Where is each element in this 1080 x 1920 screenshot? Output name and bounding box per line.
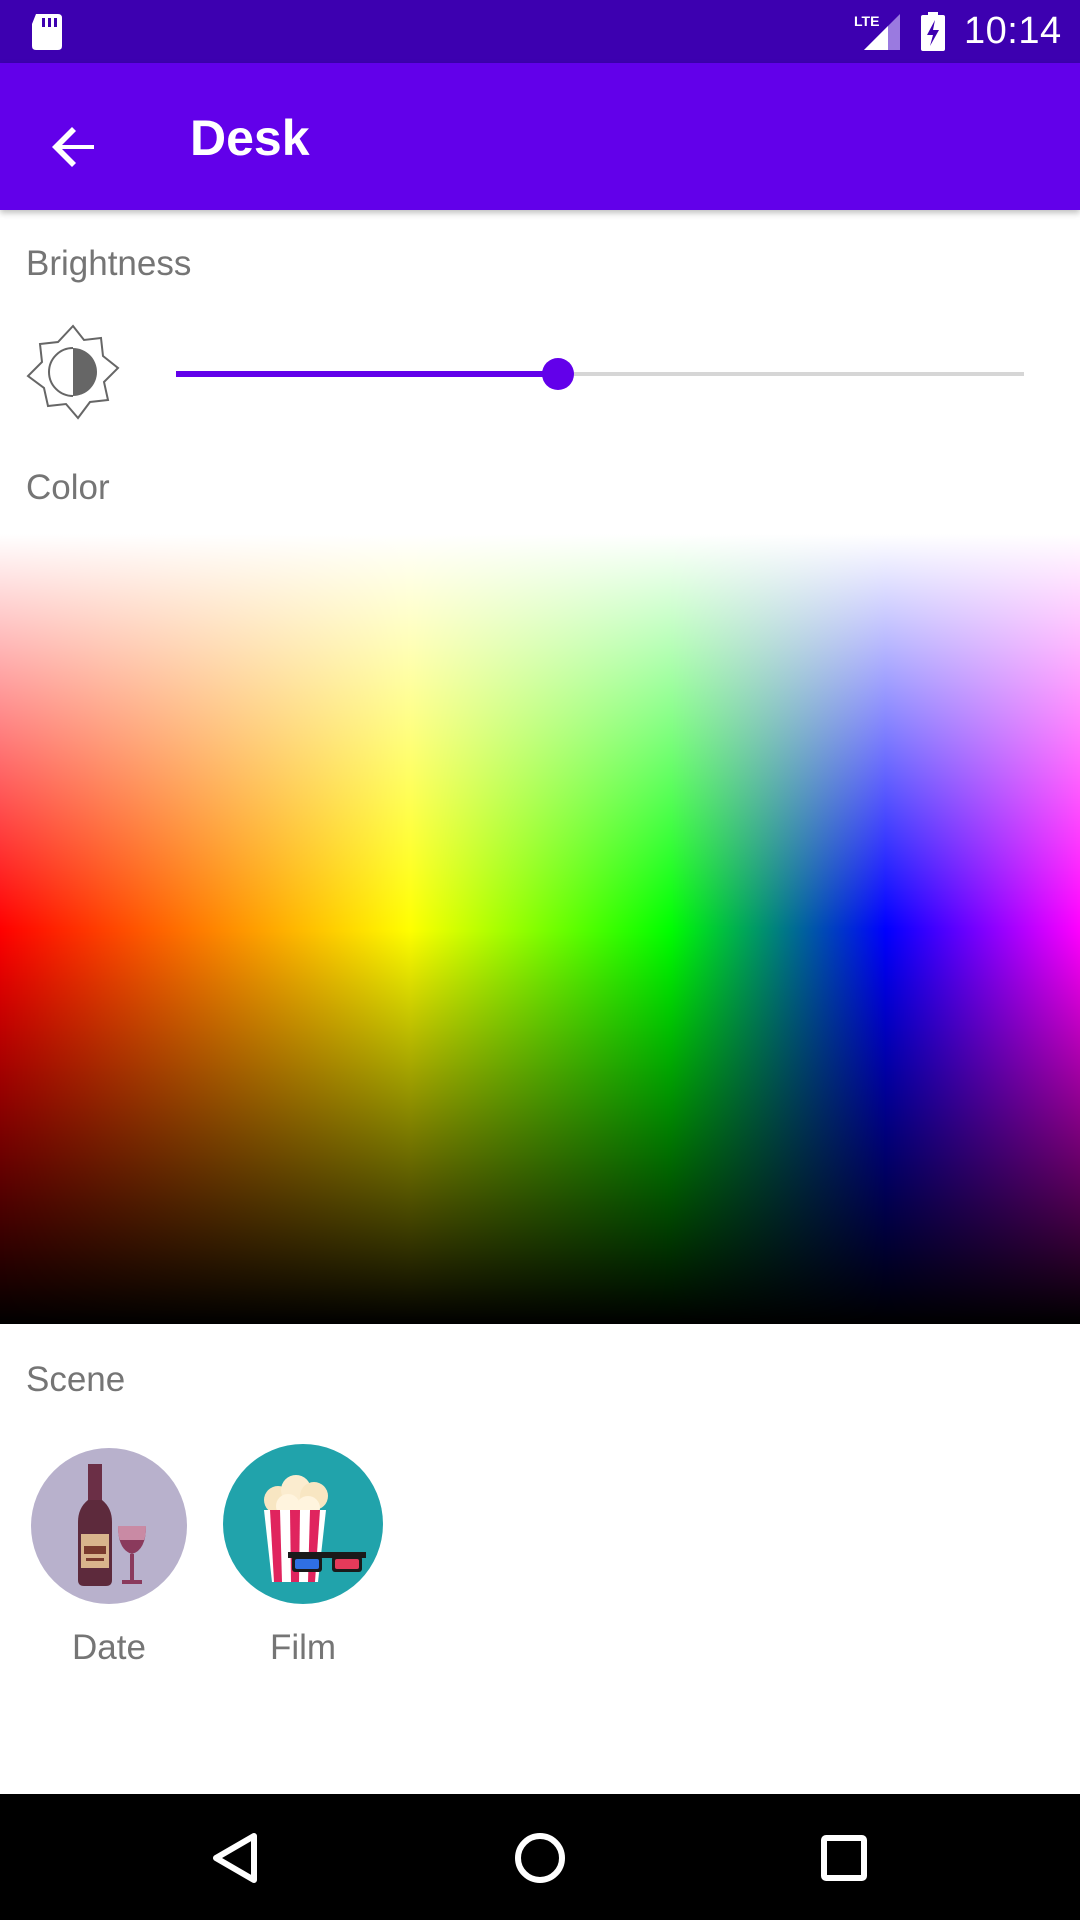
scene-item-film[interactable]: Film: [218, 1442, 388, 1667]
status-time: 10:14: [964, 10, 1062, 52]
back-button[interactable]: [32, 109, 116, 193]
lte-label: LTE: [854, 13, 879, 29]
color-label: Color: [26, 468, 110, 507]
status-bar: LTE 10:14: [0, 0, 1080, 63]
slider-thumb[interactable]: [541, 358, 574, 390]
arrow-back-icon: [52, 127, 94, 167]
scene-item-date[interactable]: Date: [24, 1442, 194, 1667]
popcorn-3d-glasses-icon: [223, 1444, 383, 1604]
brightness-label: Brightness: [26, 244, 192, 283]
color-picker[interactable]: [0, 534, 1080, 1324]
app-bar: Desk: [0, 63, 1080, 210]
wine-bottle-glass-icon: [31, 1448, 187, 1604]
battery-charging-icon: [921, 12, 945, 51]
recents-square-icon[interactable]: [804, 1818, 884, 1898]
slider-fill: [176, 371, 558, 377]
brightness-icon: [26, 324, 120, 420]
back-triangle-icon[interactable]: [196, 1818, 276, 1898]
lte-signal-icon: LTE: [854, 13, 900, 50]
navigation-bar: [0, 1794, 1080, 1920]
brightness-slider[interactable]: [176, 348, 1024, 400]
scene-item-date-label: Date: [72, 1628, 146, 1667]
home-circle-icon[interactable]: [500, 1818, 580, 1898]
sd-card-icon: [32, 14, 62, 50]
scene-item-film-label: Film: [269, 1628, 337, 1667]
page-title: Desk: [190, 110, 310, 166]
scene-label: Scene: [26, 1360, 126, 1399]
